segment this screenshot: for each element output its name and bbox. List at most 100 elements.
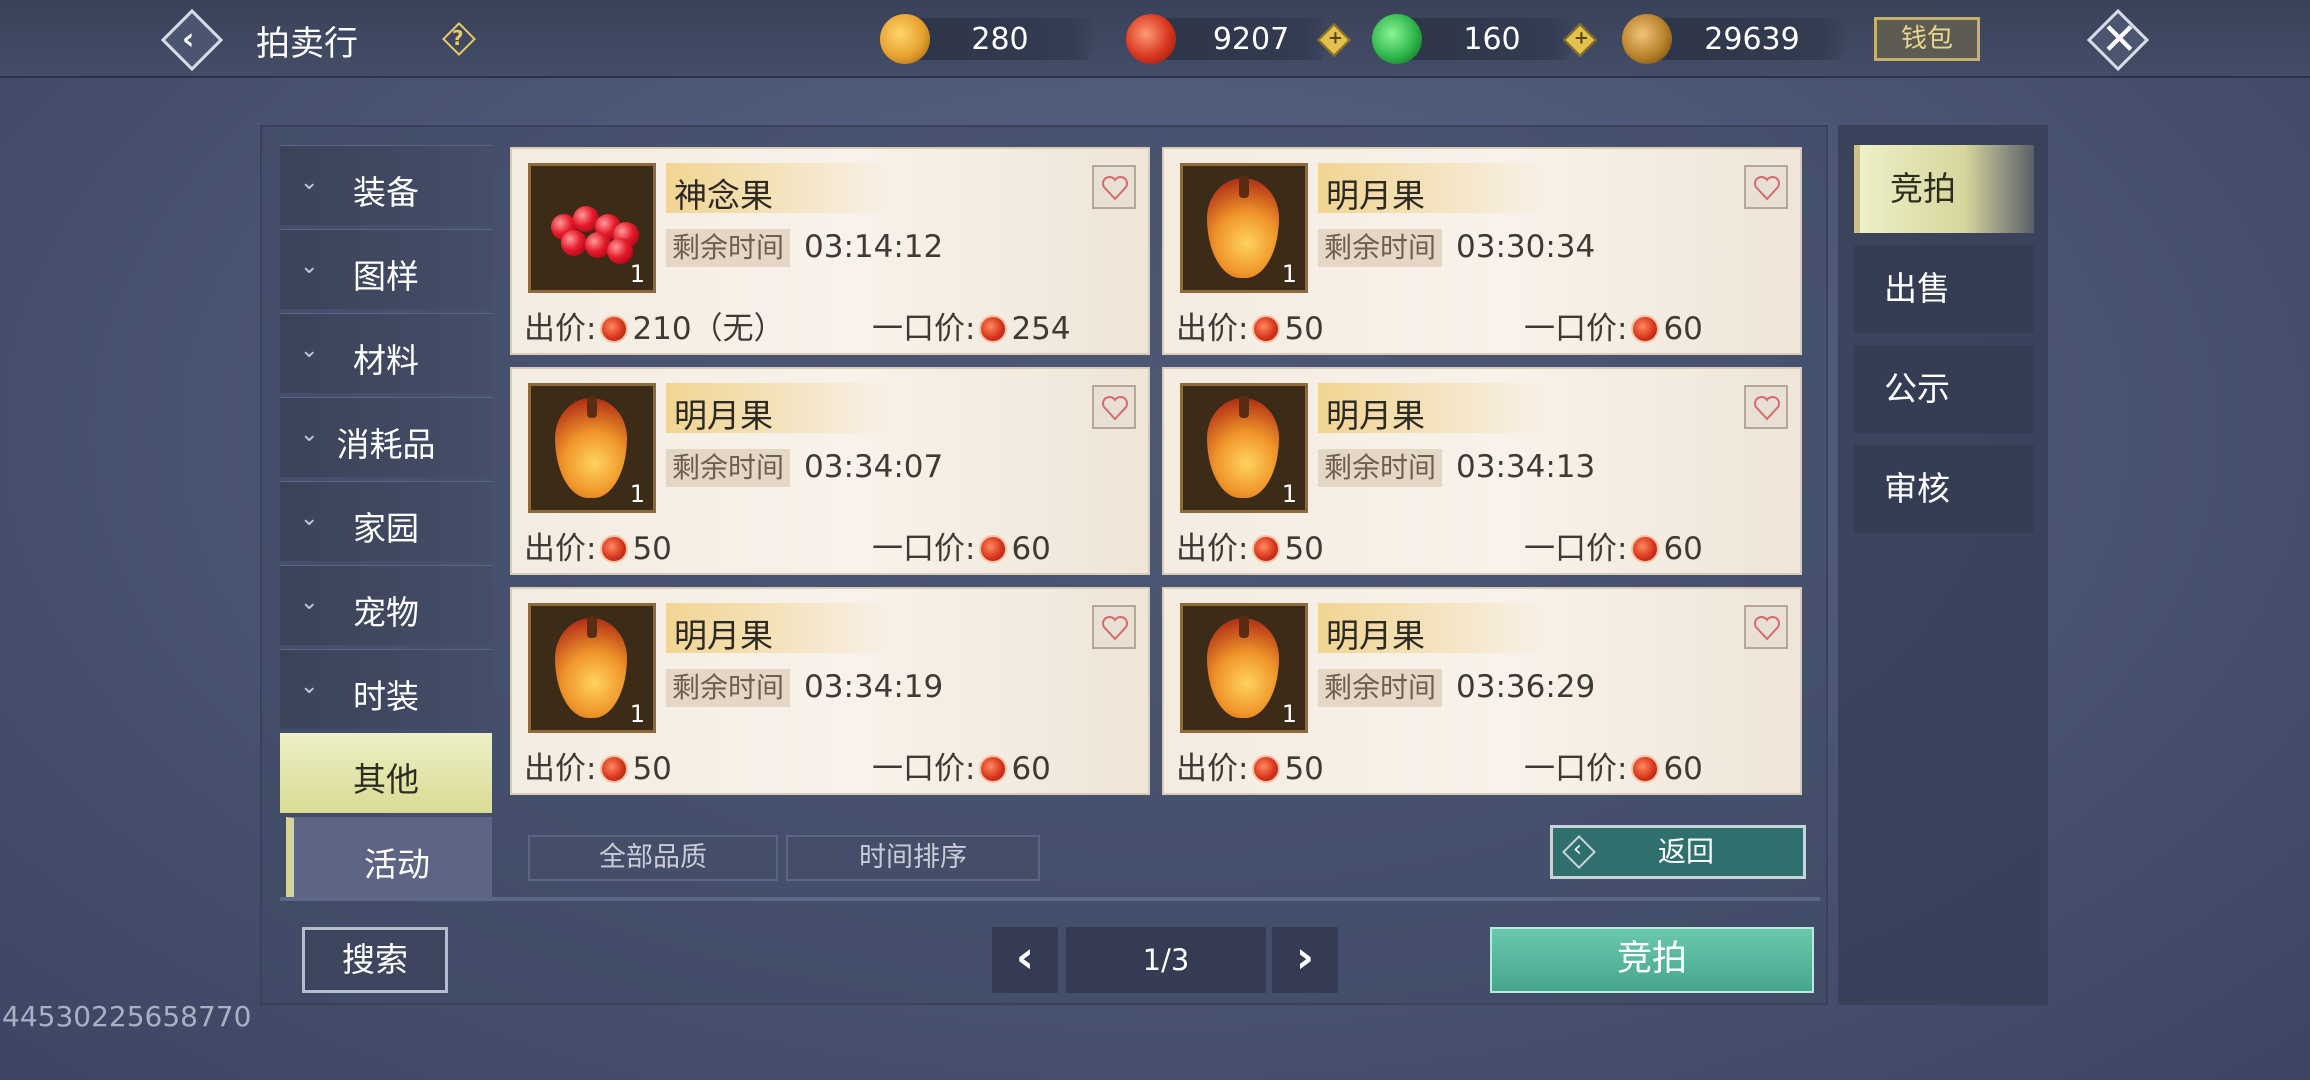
listing-card[interactable]: 1 神念果 剩余时间 03:14:12 出价: 210（无） 一口价: 254 [510,147,1150,355]
item-thumbnail: 1 [528,163,656,293]
item-quantity: 1 [1281,480,1297,508]
item-thumbnail: 1 [1180,383,1308,513]
buyout-price: 一口价: 60 [1524,751,1703,787]
currency-jade: 160 + [1372,14,1602,64]
favorite-button[interactable] [1744,165,1788,209]
item-quantity: 1 [1281,260,1297,288]
currency-value: 280 [971,22,1029,57]
time-remaining: 03:34:07 [804,449,944,485]
category-label: 装备 [353,173,419,212]
item-name: 明月果 [1326,396,1425,435]
page-title: 拍卖行 [256,24,358,64]
buyout-price: 一口价: 60 [872,531,1051,567]
category-label: 消耗品 [336,425,436,464]
item-thumbnail: 1 [528,603,656,733]
listing-card[interactable]: 1 明月果 剩余时间 03:34:19 出价: 50 一口价: 60 [510,587,1150,795]
buyout-price: 一口价: 60 [1524,311,1703,347]
category-label: 材料 [353,341,419,380]
listing-card[interactable]: 1 明月果 剩余时间 03:34:13 出价: 50 一口价: 60 [1162,367,1802,575]
heart-icon [1101,615,1129,641]
favorite-button[interactable] [1092,385,1136,429]
item-thumbnail: 1 [1180,603,1308,733]
category-equipment[interactable]: ⌄ 装备 [280,145,492,225]
heart-icon [1753,395,1781,421]
page-indicator: 1/3 [1066,927,1266,993]
close-button[interactable]: ✕ [2086,8,2150,72]
next-page-button[interactable]: › [1272,927,1338,993]
item-name: 明月果 [1326,176,1425,215]
red-coin-icon [1631,535,1660,563]
item-thumbnail: 1 [1180,163,1308,293]
bid-price: 出价: 50 [1176,311,1324,347]
divider [280,897,1820,901]
prev-page-button[interactable]: ‹ [992,927,1058,993]
red-coin-icon [1631,315,1660,343]
buyout-price: 一口价: 60 [872,751,1051,787]
time-remaining: 03:34:13 [1456,449,1596,485]
listing-card[interactable]: 1 明月果 剩余时间 03:36:29 出价: 50 一口价: 60 [1162,587,1802,795]
favorite-button[interactable] [1092,605,1136,649]
category-label: 家园 [353,509,419,548]
return-label: 返回 [1657,835,1714,868]
favorite-button[interactable] [1744,605,1788,649]
tab-auction[interactable]: 竞拍 [1854,145,2034,233]
close-icon: ✕ [2101,14,2138,65]
heart-icon [1753,615,1781,641]
red-coin-icon [1126,14,1176,64]
back-button[interactable]: ‹ [160,8,224,72]
time-remaining: 03:34:19 [804,669,944,705]
bid-button[interactable]: 竞拍 [1490,927,1814,993]
item-name: 明月果 [674,396,773,435]
help-icon[interactable]: ? [442,22,476,56]
favorite-button[interactable] [1092,165,1136,209]
auction-panel: ⌄ 装备 ⌄ 图样 ⌄ 材料 ⌄ 消耗品 ⌄ 家园 ⌄ 宠物 ⌄ 时装 其他 活… [260,125,1828,1005]
red-coin-icon [979,755,1008,783]
time-remaining-label: 剩余时间 [1318,229,1442,267]
tab-sell[interactable]: 出售 [1854,245,2034,333]
sort-button[interactable]: 时间排序 [786,835,1040,881]
subcategory-activity[interactable]: 活动 [286,817,492,897]
chevron-left-icon: ‹ [182,22,195,57]
favorite-button[interactable] [1744,385,1788,429]
red-coin-icon [1631,755,1660,783]
time-remaining-label: 剩余时间 [1318,449,1442,487]
red-coin-icon [1252,535,1281,563]
red-coin-icon [600,535,629,563]
item-quantity: 1 [629,700,645,728]
tab-announce[interactable]: 公示 [1854,345,2034,433]
search-button[interactable]: 搜索 [302,927,448,993]
listing-card[interactable]: 1 明月果 剩余时间 03:30:34 出价: 50 一口价: 60 [1162,147,1802,355]
category-pattern[interactable]: ⌄ 图样 [280,229,492,309]
item-quantity: 1 [629,480,645,508]
category-label: 图样 [353,257,419,296]
category-label: 其他 [353,760,419,799]
item-quantity: 1 [629,260,645,288]
bid-price: 出价: 50 [1176,751,1324,787]
category-home[interactable]: ⌄ 家园 [280,481,492,561]
category-consumable[interactable]: ⌄ 消耗品 [280,397,492,477]
bid-price: 出价: 210（无） [524,311,785,347]
wallet-button[interactable]: 钱包 [1874,17,1980,61]
category-other[interactable]: 其他 [280,733,492,813]
buyout-price: 一口价: 254 [872,311,1071,347]
jade-icon [1372,14,1422,64]
item-quantity: 1 [1281,700,1297,728]
bid-price: 出价: 50 [1176,531,1324,567]
category-fashion[interactable]: ⌄ 时装 [280,649,492,729]
item-name: 神念果 [674,176,773,215]
tab-review[interactable]: 审核 [1854,445,2034,533]
listing-card[interactable]: 1 明月果 剩余时间 03:34:07 出价: 50 一口价: 60 [510,367,1150,575]
category-material[interactable]: ⌄ 材料 [280,313,492,393]
currency-value: 29639 [1704,22,1800,57]
currency-red-coin: 9207 + [1126,14,1356,64]
currency-value: 160 [1463,22,1521,57]
time-remaining-label: 剩余时间 [666,229,790,267]
item-thumbnail: 1 [528,383,656,513]
red-coin-icon [1252,755,1281,783]
user-id: 44530225658770 [2,1000,252,1033]
return-button[interactable]: ‹ 返回 [1550,825,1806,879]
quality-filter-button[interactable]: 全部品质 [528,835,778,881]
bronze-coin-icon [1622,14,1672,64]
buyout-price: 一口价: 60 [1524,531,1703,567]
category-pet[interactable]: ⌄ 宠物 [280,565,492,645]
